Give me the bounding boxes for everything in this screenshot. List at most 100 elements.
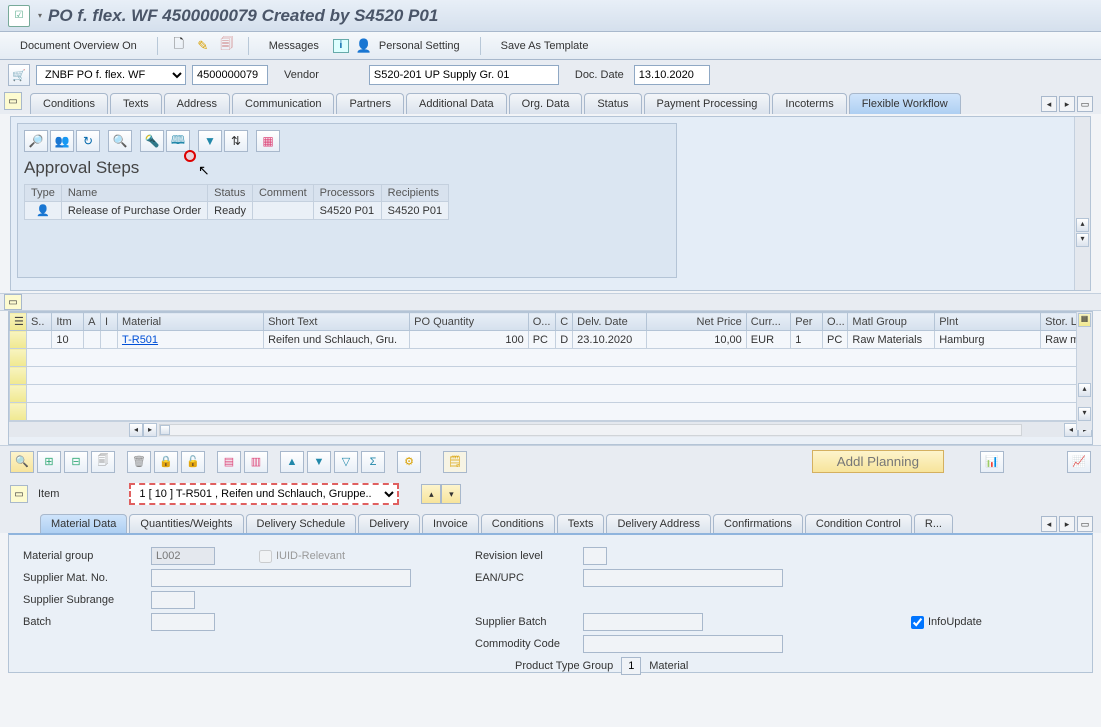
alv-print-icon[interactable]: 🔍 bbox=[108, 130, 132, 152]
messages-button[interactable]: Messages bbox=[261, 37, 327, 55]
supplier-mat-input[interactable] bbox=[151, 569, 411, 587]
select-all-icon[interactable]: ⊞ bbox=[37, 451, 61, 473]
item-grid-vscroll[interactable]: ▦ ▴ ▾ bbox=[1076, 312, 1092, 430]
vendor-input[interactable] bbox=[369, 65, 559, 85]
tab-confirmations[interactable]: Confirmations bbox=[713, 514, 803, 533]
product-type-group-input[interactable] bbox=[621, 657, 641, 675]
iuid-checkbox[interactable] bbox=[259, 550, 272, 563]
tab-scroll-left-icon[interactable]: ◂ bbox=[1041, 96, 1057, 112]
item-grid-hscroll[interactable]: ◂ ▸ ◂ ▸ bbox=[9, 421, 1092, 437]
col-delv-date[interactable]: Delv. Date bbox=[573, 313, 647, 331]
dtab-scroll-left-icon[interactable]: ◂ bbox=[1041, 516, 1057, 532]
infoupdate-checkbox[interactable] bbox=[911, 616, 924, 629]
commodity-code-input[interactable] bbox=[583, 635, 783, 653]
info-icon[interactable]: i bbox=[333, 39, 349, 53]
item-prev-icon[interactable]: ▴ bbox=[421, 484, 441, 504]
collapse-item-detail-icon[interactable]: ▭ bbox=[10, 485, 28, 503]
tab-additional-data[interactable]: Additional Data bbox=[406, 93, 507, 114]
material-group-input[interactable] bbox=[151, 547, 215, 565]
personal-setting-button[interactable]: Personal Setting bbox=[379, 37, 468, 55]
col-curr[interactable]: Curr... bbox=[746, 313, 790, 331]
item-next-icon[interactable]: ▾ bbox=[441, 484, 461, 504]
tab-more[interactable]: R... bbox=[914, 514, 953, 533]
tab-texts-item[interactable]: Texts bbox=[557, 514, 605, 533]
hscroll-left-icon[interactable]: ◂ bbox=[129, 423, 143, 437]
delete-icon[interactable]: 🗑 bbox=[127, 451, 151, 473]
tab-delivery-schedule[interactable]: Delivery Schedule bbox=[246, 514, 357, 533]
cart-icon[interactable]: 🛒 bbox=[8, 64, 30, 86]
alv-layout-icon[interactable]: ▦ bbox=[256, 130, 280, 152]
material-link[interactable]: T-R501 bbox=[122, 334, 158, 346]
deselect-all-icon[interactable]: ⊟ bbox=[64, 451, 88, 473]
graph-icon[interactable]: 📊 bbox=[980, 451, 1004, 473]
filter2-icon[interactable]: ▽ bbox=[334, 451, 358, 473]
collapse-items-icon[interactable]: ▭ bbox=[4, 294, 22, 310]
chart-icon[interactable]: 📈 bbox=[1067, 451, 1091, 473]
save-as-template-button[interactable]: Save As Template bbox=[493, 37, 597, 55]
col-material[interactable]: Material bbox=[117, 313, 263, 331]
tab-flexible-workflow[interactable]: Flexible Workflow bbox=[849, 93, 961, 114]
po-number-input[interactable] bbox=[192, 65, 268, 85]
row-selector[interactable] bbox=[10, 331, 27, 349]
tab-material-data[interactable]: Material Data bbox=[40, 514, 127, 533]
item-row-1[interactable]: 10 T-R501 Reifen und Schlauch, Gru. 100 … bbox=[10, 331, 1092, 349]
col-c[interactable]: C bbox=[556, 313, 573, 331]
tab-texts[interactable]: Texts bbox=[110, 93, 162, 114]
dtab-scroll-right-icon[interactable]: ▸ bbox=[1059, 516, 1075, 532]
col-recipients[interactable]: Recipients bbox=[381, 185, 448, 202]
sort-asc-icon[interactable]: ▲ bbox=[280, 451, 304, 473]
expand-icon[interactable]: ▤ bbox=[217, 451, 241, 473]
copy-item-icon[interactable]: 🗐 bbox=[91, 451, 115, 473]
tab-partners[interactable]: Partners bbox=[336, 93, 404, 114]
filter-icon[interactable]: ▼ bbox=[307, 451, 331, 473]
col-matl-group[interactable]: Matl Group bbox=[848, 313, 935, 331]
alv-find-icon[interactable]: 🔦 bbox=[140, 130, 164, 152]
po-type-select[interactable]: ZNBF PO f. flex. WF bbox=[36, 65, 186, 85]
alv-filter-icon[interactable]: ▼ bbox=[198, 130, 222, 152]
item-row-empty[interactable] bbox=[10, 349, 1092, 367]
alv-sort-icon[interactable]: ⇅ bbox=[224, 130, 248, 152]
doc-overview-button[interactable]: Document Overview On bbox=[12, 37, 145, 55]
tab-status[interactable]: Status bbox=[584, 93, 641, 114]
tab-org-data[interactable]: Org. Data bbox=[509, 93, 583, 114]
tab-invoice[interactable]: Invoice bbox=[422, 514, 479, 533]
tab-communication[interactable]: Communication bbox=[232, 93, 334, 114]
col-comment[interactable]: Comment bbox=[252, 185, 313, 202]
tab-delivery[interactable]: Delivery bbox=[358, 514, 420, 533]
unlock-icon[interactable]: 🔓 bbox=[181, 451, 205, 473]
col-itm[interactable]: Itm bbox=[52, 313, 84, 331]
col-po-qty[interactable]: PO Quantity bbox=[410, 313, 529, 331]
col-i[interactable]: I bbox=[101, 313, 118, 331]
settings-icon[interactable]: ⚙ bbox=[397, 451, 421, 473]
tab-scroll-right-icon[interactable]: ▸ bbox=[1059, 96, 1075, 112]
supplier-batch-input[interactable] bbox=[583, 613, 703, 631]
lock-icon[interactable]: 🔒 bbox=[154, 451, 178, 473]
tab-conditions-item[interactable]: Conditions bbox=[481, 514, 555, 533]
notes-icon[interactable]: 🗒 bbox=[443, 451, 467, 473]
tab-list-icon[interactable]: ▭ bbox=[1077, 96, 1093, 112]
tab-quantities-weights[interactable]: Quantities/Weights bbox=[129, 514, 243, 533]
item-table[interactable]: ☰ S.. Itm A I Material Short Text PO Qua… bbox=[9, 312, 1092, 421]
col-net-price[interactable]: Net Price bbox=[647, 313, 747, 331]
scroll-up-icon[interactable]: ▴ bbox=[1076, 218, 1089, 232]
create-icon[interactable]: 🗋 bbox=[170, 37, 188, 55]
panel-vscroll[interactable]: ▴ ▾ bbox=[1074, 117, 1090, 290]
col-opu[interactable]: O... bbox=[823, 313, 848, 331]
hscroll-right-icon[interactable]: ▸ bbox=[143, 423, 157, 437]
addl-planning-button[interactable]: Addl Planning bbox=[812, 450, 944, 473]
collapse-icon[interactable]: ▥ bbox=[244, 451, 268, 473]
collapse-header-icon[interactable]: ▭ bbox=[4, 92, 22, 110]
menu-caret-icon[interactable]: ▾ bbox=[38, 11, 42, 20]
supplier-subrange-input[interactable] bbox=[151, 591, 195, 609]
detail-icon[interactable]: 🔍 bbox=[10, 451, 34, 473]
personal-setting-icon[interactable]: 👤 bbox=[355, 37, 373, 55]
row-selector-header[interactable]: ☰ bbox=[10, 313, 27, 331]
tab-incoterms[interactable]: Incoterms bbox=[772, 93, 846, 114]
revision-level-input[interactable] bbox=[583, 547, 607, 565]
tab-conditions[interactable]: Conditions bbox=[30, 93, 108, 114]
item-row-empty[interactable] bbox=[10, 367, 1092, 385]
col-config-icon[interactable]: ▦ bbox=[1078, 313, 1091, 327]
display-change-icon[interactable]: ✎ bbox=[194, 37, 212, 55]
tab-payment-processing[interactable]: Payment Processing bbox=[644, 93, 771, 114]
batch-input[interactable] bbox=[151, 613, 215, 631]
